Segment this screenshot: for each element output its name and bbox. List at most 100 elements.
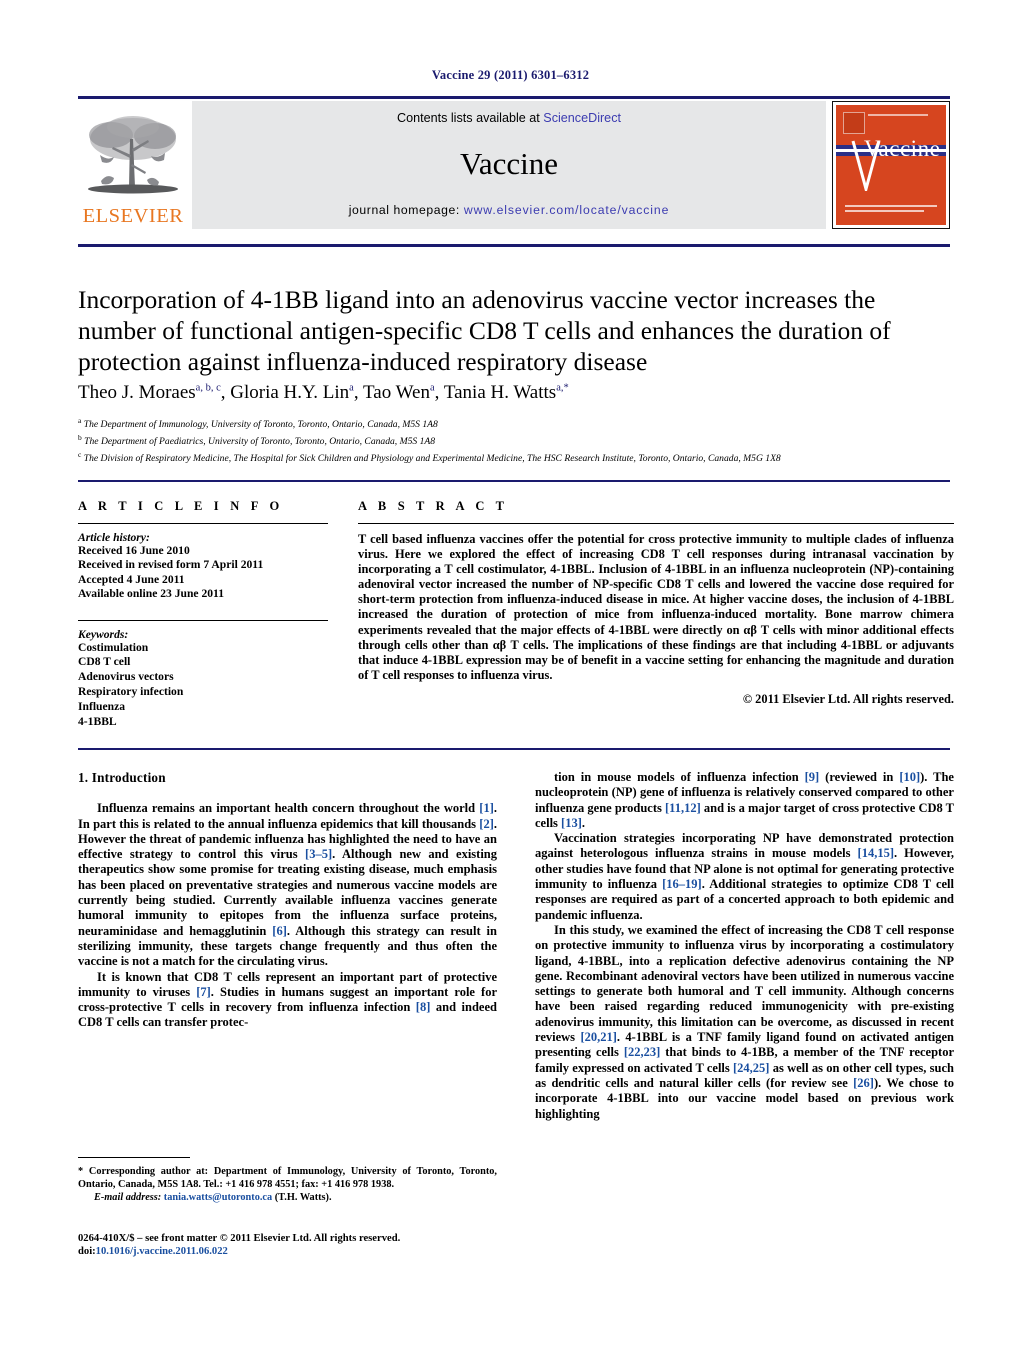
keyword-item: Costimulation	[78, 640, 149, 654]
doi-link[interactable]: 10.1016/j.vaccine.2011.06.022	[96, 1246, 228, 1257]
issn-copyright-line: 0264-410X/$ – see front matter © 2011 El…	[78, 1233, 401, 1244]
affiliation-list: a The Department of Immunology, Universi…	[78, 415, 968, 465]
citation-reference[interactable]: [8]	[416, 1000, 431, 1014]
body-text-run: .	[581, 815, 585, 830]
author-affiliation-marks: a	[429, 382, 435, 394]
abstract-copyright: © 2011 Elsevier Ltd. All rights reserved…	[742, 691, 954, 706]
masthead-top-rule	[78, 96, 950, 99]
article-history-item: Received 16 June 2010	[78, 544, 190, 557]
author-name: Tania H. Watts	[443, 382, 557, 403]
colophon-block: 0264-410X/$ – see front matter © 2011 El…	[78, 1232, 508, 1259]
journal-article-page: Vaccine 29 (2011) 6301–6312 ELSEVIER Con…	[0, 0, 1021, 1351]
body-column-left: 1. Introduction Influenza remains an imp…	[78, 770, 497, 1031]
email-line: E-mail address: tania.watts@utoronto.ca …	[78, 1191, 497, 1204]
affiliation-mark: c	[78, 449, 82, 459]
keywords-label: Keywords:	[78, 627, 129, 641]
keyword-item: CD8 T cell	[78, 655, 131, 669]
elsevier-logo: ELSEVIER	[78, 101, 188, 229]
article-info-block: A R T I C L E I N F O Article history: R…	[78, 499, 328, 729]
author-affiliation-marks: a	[349, 382, 354, 394]
journal-masthead: ELSEVIER Contents lists available at Sci…	[78, 96, 950, 229]
citation-reference[interactable]: [14,15]	[858, 846, 894, 860]
body-paragraph: It is known that CD8 T cells represent a…	[78, 970, 497, 1031]
author-affiliation-marks: a, b, c	[195, 382, 221, 394]
email-link[interactable]: tania.watts@utoronto.ca	[164, 1192, 272, 1203]
citation-reference[interactable]: [2]	[479, 817, 494, 831]
section-heading-introduction: 1. Introduction	[78, 770, 166, 785]
affiliation-item: c The Division of Respiratory Medicine, …	[78, 449, 968, 466]
body-text-run: (reviewed in	[819, 770, 900, 784]
author-name: Theo J. Moraes	[78, 382, 196, 403]
citation-reference[interactable]: [13]	[561, 816, 582, 830]
email-owner: (T.H. Watts).	[274, 1192, 332, 1203]
article-info-heading: A R T I C L E I N F O	[78, 499, 284, 513]
contents-line: Contents lists available at ScienceDirec…	[397, 111, 621, 125]
doi-line: doi:10.1016/j.vaccine.2011.06.022	[78, 1245, 508, 1258]
email-label: E-mail address:	[94, 1192, 162, 1203]
body-text-run: tion in mouse models of influenza infect…	[554, 770, 805, 784]
body-paragraph: tion in mouse models of influenza infect…	[535, 770, 954, 831]
elsevier-wordmark: ELSEVIER	[82, 205, 184, 227]
body-column-right: tion in mouse models of influenza infect…	[535, 770, 954, 1122]
citation-reference[interactable]: [3–5]	[305, 847, 332, 861]
keywords-divider	[78, 619, 328, 621]
keyword-item: Adenovirus vectors	[78, 670, 174, 684]
citation-reference[interactable]: [1]	[479, 801, 494, 815]
abstract-heading: A B S T R A C T	[358, 499, 509, 513]
homepage-url-link[interactable]: www.elsevier.com/locate/vaccine	[464, 203, 669, 217]
citation-reference[interactable]: [22,23]	[624, 1045, 660, 1059]
citation-reference[interactable]: [26]	[853, 1076, 874, 1090]
article-history-item: Accepted 4 June 2011	[78, 572, 185, 586]
abstract-bottom-rule	[78, 748, 950, 750]
article-history-item: Available online 23 June 2011	[78, 587, 225, 601]
body-text-run: Influenza remains an important health co…	[97, 801, 480, 816]
homepage-label: journal homepage:	[348, 202, 460, 217]
citation-reference[interactable]: [7]	[196, 985, 211, 999]
abstract-text: T cell based influenza vaccines offer th…	[358, 532, 954, 682]
author-name: Tao Wen	[363, 382, 430, 403]
affiliation-text: The Department of Paediatrics, Universit…	[84, 435, 436, 447]
cover-title: Vaccine	[864, 135, 941, 161]
footnote-divider	[78, 1157, 190, 1158]
author-entry: Tao Wena	[363, 382, 435, 403]
title-divider	[78, 244, 950, 247]
elsevier-tree-icon	[88, 116, 178, 194]
citation-reference[interactable]: [24,25]	[733, 1061, 769, 1075]
doi-label: doi:	[78, 1246, 96, 1258]
abstract-divider	[358, 523, 954, 524]
abstract-top-rule	[78, 480, 950, 482]
citation-reference[interactable]: [20,21]	[580, 1030, 616, 1044]
citation-reference[interactable]: [9]	[805, 770, 820, 784]
introduction-paragraphs-left: Influenza remains an important health co…	[78, 801, 497, 1030]
cover-footer-lines	[845, 204, 937, 215]
cover-stamp-graphic	[843, 111, 865, 134]
journal-title: Vaccine	[459, 146, 559, 181]
article-info-divider	[78, 523, 328, 524]
keyword-item: Respiratory infection	[78, 685, 184, 699]
corresponding-author-footnote: * Corresponding author at: Department of…	[78, 1157, 497, 1204]
sciencedirect-link[interactable]: ScienceDirect	[543, 111, 621, 125]
article-history-item: Received in revised form 7 April 2011	[78, 558, 264, 572]
body-paragraph: Influenza remains an important health co…	[78, 801, 497, 969]
cover-top-rule	[868, 113, 928, 116]
author-entry: Theo J. Moraesa, b, c	[78, 382, 221, 403]
abstract-block: A B S T R A C T T cell based influenza v…	[358, 499, 954, 707]
article-history-label: Article history:	[78, 531, 150, 544]
author-name: Gloria H.Y. Lin	[230, 382, 350, 403]
citation-reference[interactable]: [6]	[272, 924, 287, 938]
author-entry: Gloria H.Y. Lina	[230, 382, 354, 403]
article-title: Incorporation of 4-1BB ligand into an ad…	[78, 285, 891, 376]
author-affiliation-marks: a,*	[556, 382, 569, 394]
citation-reference[interactable]: [16–19]	[662, 877, 702, 891]
body-paragraph: In this study, we examined the effect of…	[535, 923, 954, 1122]
keyword-item: 4-1BBL	[78, 714, 117, 728]
keyword-item: Influenza	[78, 699, 126, 713]
citation-reference[interactable]: [10]	[899, 770, 920, 784]
affiliation-item: a The Department of Immunology, Universi…	[78, 415, 968, 432]
affiliation-mark: b	[78, 432, 82, 442]
journal-cover-thumbnail: Vaccine	[832, 100, 950, 229]
introduction-paragraphs-right: tion in mouse models of influenza infect…	[535, 770, 954, 1122]
author-list: Theo J. Moraesa, b, c, Gloria H.Y. Lina,…	[78, 382, 569, 403]
affiliation-item: b The Department of Paediatrics, Univers…	[78, 432, 968, 449]
citation-reference[interactable]: [11,12]	[665, 801, 701, 815]
